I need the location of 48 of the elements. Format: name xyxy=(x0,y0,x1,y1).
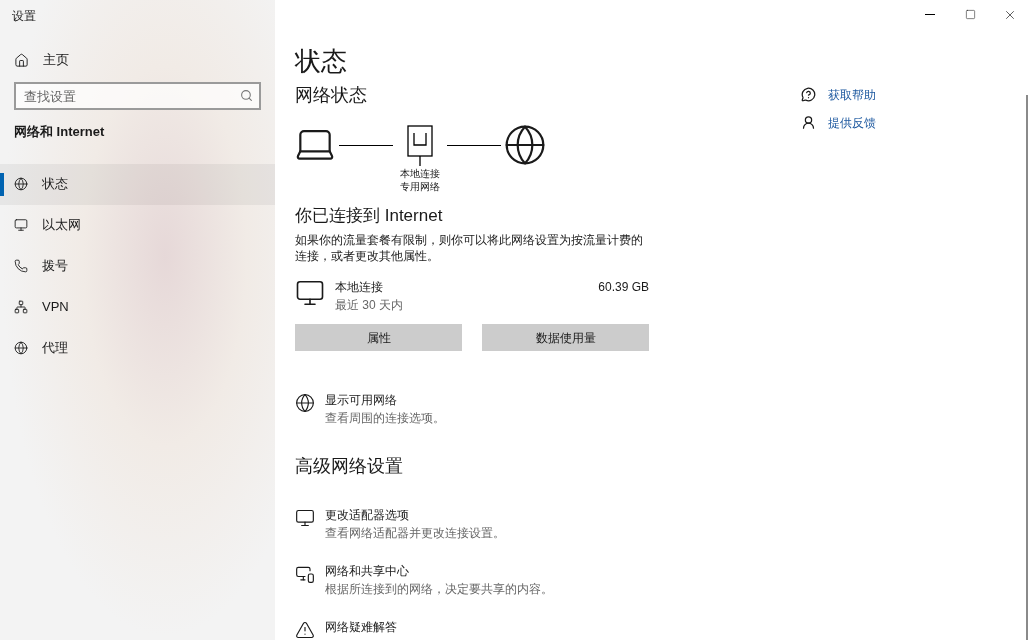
sidebar-item[interactable]: 以太网 xyxy=(0,204,275,246)
home-link[interactable]: 主页 xyxy=(43,50,69,70)
warning-icon xyxy=(295,620,315,640)
sidebar-item[interactable]: 状态 xyxy=(0,163,275,205)
sidebar-item[interactable]: 拨号 xyxy=(0,245,275,287)
globe-icon xyxy=(14,341,28,355)
data-usage-value: 60.39 GB xyxy=(598,279,649,296)
monitor-icon xyxy=(295,278,325,308)
status-description: 如果你的流量套餐有限制，则你可以将此网络设置为按流量计费的连接，或者更改其他属性。 xyxy=(295,232,644,264)
link-title[interactable]: 网络疑难解答 xyxy=(325,618,397,636)
link-subtitle: 根据所连接到的网络，决定要共享的内容。 xyxy=(325,581,553,598)
sidebar-item[interactable]: VPN xyxy=(0,286,275,328)
link-title[interactable]: 网络和共享中心 xyxy=(325,562,553,580)
search-field[interactable]: 查找设置 xyxy=(14,82,261,110)
link-subtitle: 查看网络适配器并更改连接设置。 xyxy=(325,525,505,542)
scrollbar[interactable] xyxy=(1026,95,1028,640)
section-title: 网络和 Internet xyxy=(13,123,106,141)
network-icon xyxy=(14,300,28,314)
globe-icon xyxy=(14,177,28,191)
status-heading: 你已连接到 Internet xyxy=(295,204,444,227)
section-heading: 高级网络设置 xyxy=(295,455,404,478)
node-label: 本地连接 xyxy=(400,166,440,180)
action-button[interactable]: 数据使用量 xyxy=(482,324,649,351)
help-icon xyxy=(801,87,816,102)
monitor-icon xyxy=(14,218,28,232)
home-icon xyxy=(14,52,29,68)
monitor-icon xyxy=(295,508,315,528)
section-heading: 网络状态 xyxy=(295,83,368,107)
link-title[interactable]: 显示可用网络 xyxy=(325,391,445,409)
sidebar-item[interactable]: 代理 xyxy=(0,327,275,369)
person-icon xyxy=(801,115,816,130)
window-title: 设置 xyxy=(11,8,37,25)
help-link[interactable]: 获取帮助 xyxy=(828,85,876,104)
link-subtitle: 查看周围的连接选项。 xyxy=(325,410,445,427)
minimize-icon xyxy=(925,14,935,16)
maximize-icon xyxy=(964,9,976,21)
page-title: 状态 xyxy=(295,44,348,78)
devices-icon xyxy=(295,564,315,584)
help-link[interactable]: 提供反馈 xyxy=(828,113,876,132)
connection-name: 本地连接 xyxy=(335,279,384,296)
ethernet-port-icon xyxy=(407,124,433,167)
link-title[interactable]: 更改适配器选项 xyxy=(325,506,505,524)
phone-icon xyxy=(14,259,28,273)
search-icon xyxy=(240,89,253,102)
connection-period: 最近 30 天内 xyxy=(335,297,404,314)
node-label: 专用网络 xyxy=(400,179,440,193)
globe-icon xyxy=(295,393,315,413)
action-button[interactable]: 属性 xyxy=(295,324,462,351)
